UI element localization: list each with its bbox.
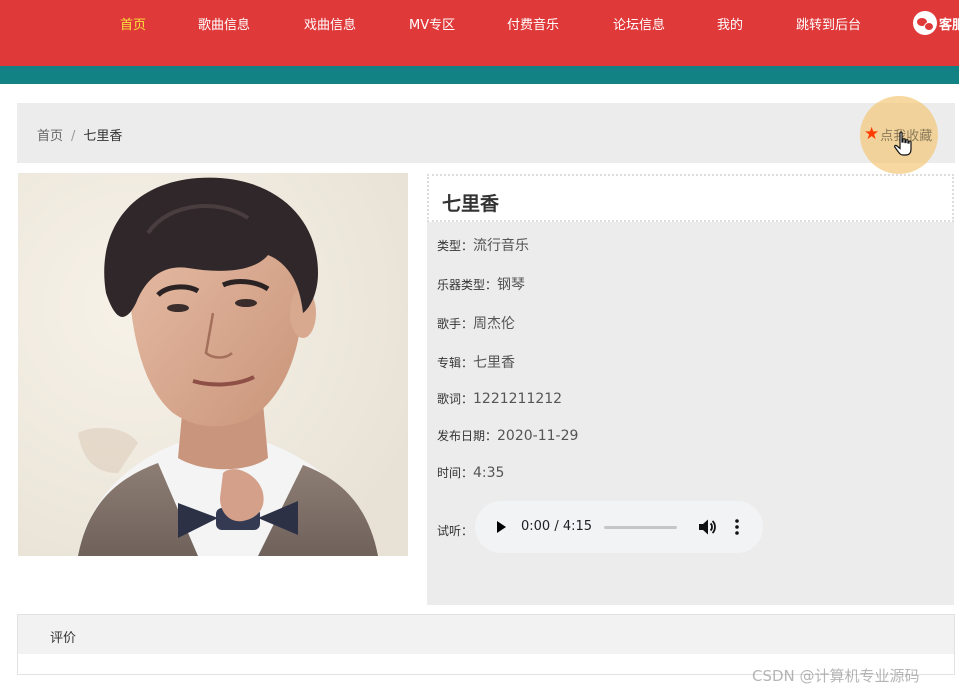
- more-options-icon[interactable]: [735, 518, 739, 536]
- field-instrument: 乐器类型：钢琴: [437, 274, 525, 294]
- field-genre: 类型：流行音乐: [437, 235, 529, 255]
- field-album-value: 七里香: [473, 355, 516, 371]
- field-release-date-value: 2020-11-29: [497, 428, 579, 444]
- field-singer: 歌手：周杰伦: [437, 313, 515, 333]
- field-lyrics: 歌词：1221211212: [437, 390, 562, 407]
- field-genre-label: 类型：: [437, 239, 474, 253]
- field-duration-value: 4:35: [473, 465, 505, 481]
- field-duration-label: 时间：: [437, 466, 474, 480]
- hand-cursor-icon: [894, 131, 912, 156]
- review-title: 评价: [50, 631, 77, 646]
- song-detail-panel: 七里香 类型：流行音乐 乐器类型：钢琴 歌手：周杰伦 专辑：七里香 歌词：122…: [427, 174, 954, 605]
- song-title-box: 七里香: [427, 174, 954, 222]
- field-lyrics-value: 1221211212: [473, 391, 563, 407]
- breadcrumb-current: 七里香: [83, 129, 123, 144]
- field-album: 专辑：七里香: [437, 352, 515, 372]
- volume-icon[interactable]: [698, 518, 716, 536]
- preview-label: 试听：: [437, 524, 474, 538]
- field-singer-label: 歌手：: [437, 317, 474, 331]
- breadcrumb-home[interactable]: 首页: [37, 129, 63, 144]
- watermark-text: CSDN @计算机专业源码: [752, 667, 920, 685]
- field-instrument-label: 乐器类型：: [437, 278, 498, 292]
- nav-item-forum[interactable]: 论坛信息: [613, 14, 665, 33]
- field-genre-value: 流行音乐: [473, 238, 530, 254]
- nav-accent-band: [0, 66, 959, 84]
- customer-service-button[interactable]: 客服: [913, 11, 959, 35]
- album-cover-image: [18, 173, 408, 556]
- customer-service-label: 客服: [939, 17, 959, 33]
- audio-time: 0:00 / 4:15: [521, 519, 593, 534]
- audio-progress-track[interactable]: [604, 526, 677, 529]
- nav-item-mv[interactable]: MV专区: [409, 14, 455, 33]
- nav-item-home[interactable]: 首页: [120, 14, 146, 33]
- star-icon: ★: [864, 124, 880, 144]
- review-header: 评价: [17, 614, 955, 655]
- field-singer-value: 周杰伦: [473, 316, 516, 332]
- wechat-icon: [913, 11, 937, 35]
- breadcrumb-bar: 首页 / 七里香: [17, 103, 955, 163]
- audio-player: 0:00 / 4:15: [475, 501, 763, 553]
- field-album-label: 专辑：: [437, 356, 474, 370]
- nav-item-paid-music[interactable]: 付费音乐: [507, 14, 559, 33]
- field-duration: 时间：4:35: [437, 464, 504, 481]
- breadcrumb-separator: /: [71, 129, 76, 144]
- top-nav: 首页 歌曲信息 戏曲信息 MV专区 付费音乐 论坛信息 我的 跳转到后台 客服: [0, 0, 959, 66]
- nav-item-admin[interactable]: 跳转到后台: [796, 14, 861, 33]
- nav-item-songs[interactable]: 歌曲信息: [198, 14, 250, 33]
- play-icon[interactable]: [497, 521, 506, 533]
- breadcrumb: 首页 / 七里香: [37, 125, 122, 144]
- nav-item-mine[interactable]: 我的: [717, 14, 743, 33]
- field-lyrics-label: 歌词：: [437, 392, 474, 406]
- song-title: 七里香: [442, 193, 500, 215]
- field-instrument-value: 钢琴: [497, 277, 526, 293]
- field-release-date-label: 发布日期：: [437, 429, 498, 443]
- field-release-date: 发布日期：2020-11-29: [437, 427, 578, 444]
- nav-item-opera[interactable]: 戏曲信息: [304, 14, 356, 33]
